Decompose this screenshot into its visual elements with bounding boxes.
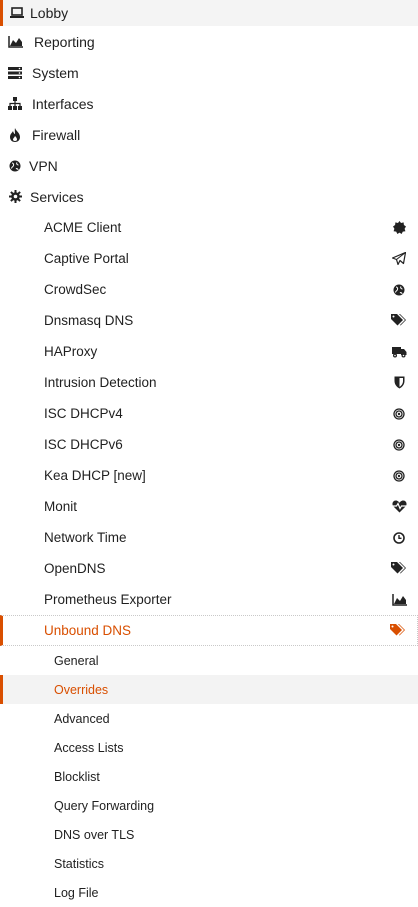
submenu-item-captive-portal[interactable]: Captive Portal <box>0 243 418 274</box>
shield-icon <box>390 376 408 389</box>
menu-item-label: Interfaces <box>32 95 94 112</box>
subsubmenu-item-label: Access Lists <box>54 740 124 755</box>
submenu-item-opendns[interactable]: OpenDNS <box>0 553 418 584</box>
bullseye-icon <box>390 407 408 420</box>
submenu-item-monit[interactable]: Monit <box>0 491 418 522</box>
menu-item-label: VPN <box>29 157 58 174</box>
subsubmenu-item-log-file[interactable]: Log File <box>0 878 418 907</box>
submenu-item-label: Dnsmasq DNS <box>44 313 134 328</box>
menu-item-label: Firewall <box>32 126 81 143</box>
paper-plane-icon <box>390 252 408 265</box>
truck-icon <box>390 346 408 358</box>
submenu-item-label: HAProxy <box>44 344 98 359</box>
menu-item-vpn[interactable]: VPN <box>0 150 418 181</box>
sitemap-icon <box>0 97 30 110</box>
submenu-item-crowdsec[interactable]: CrowdSec <box>0 274 418 305</box>
submenu-item-label: ISC DHCPv6 <box>44 437 123 452</box>
sidebar-nav: Lobby Reporting System Interfaces Firewa… <box>0 0 418 907</box>
menu-item-label: Services <box>30 188 84 205</box>
submenu-item-isc-dhcpv4[interactable]: ISC DHCPv4 <box>0 398 418 429</box>
submenu-item-acme-client[interactable]: ACME Client <box>0 212 418 243</box>
submenu-item-prometheus-exporter[interactable]: Prometheus Exporter <box>0 584 418 615</box>
certificate-icon <box>390 221 408 234</box>
subsubmenu-item-blocklist[interactable]: Blocklist <box>0 762 418 791</box>
subsubmenu-item-label: Blocklist <box>54 769 100 784</box>
menu-item-services[interactable]: Services <box>0 181 418 212</box>
subsubmenu-item-label: Log File <box>54 885 99 900</box>
server-icon <box>0 66 30 79</box>
subsubmenu-item-label: General <box>54 653 99 668</box>
submenu-item-label: ISC DHCPv4 <box>44 406 123 421</box>
submenu-item-label: Intrusion Detection <box>44 375 157 390</box>
menu-item-label: Lobby <box>30 5 69 21</box>
globe-icon <box>0 160 30 172</box>
submenu-item-isc-dhcpv6[interactable]: ISC DHCPv6 <box>0 429 418 460</box>
subsubmenu-item-label: Overrides <box>54 682 109 697</box>
subsubmenu-item-label: Query Forwarding <box>54 798 155 813</box>
area-chart-icon <box>0 35 30 48</box>
tags-icon <box>390 562 408 575</box>
subsubmenu-item-label: DNS over TLS <box>54 827 135 842</box>
menu-item-firewall[interactable]: Firewall <box>0 119 418 150</box>
subsubmenu-item-statistics[interactable]: Statistics <box>0 849 418 878</box>
menu-item-system[interactable]: System <box>0 57 418 88</box>
laptop-icon <box>3 7 30 19</box>
submenu-item-network-time[interactable]: Network Time <box>0 522 418 553</box>
subsubmenu-item-overrides[interactable]: Overrides <box>0 675 418 704</box>
area-chart-icon <box>390 593 408 606</box>
bullseye-icon <box>390 438 408 451</box>
submenu-item-label: Monit <box>44 499 78 514</box>
subsubmenu-item-advanced[interactable]: Advanced <box>0 704 418 733</box>
submenu-item-label: Prometheus Exporter <box>44 592 172 607</box>
subsubmenu-item-query-forwarding[interactable]: Query Forwarding <box>0 791 418 820</box>
subsubmenu-item-access-lists[interactable]: Access Lists <box>0 733 418 762</box>
subsubmenu-item-label: Statistics <box>54 856 105 871</box>
submenu-item-label: Kea DHCP [new] <box>44 468 146 483</box>
gear-icon <box>0 190 30 203</box>
fire-icon <box>0 127 30 142</box>
subsubmenu-item-general[interactable]: General <box>0 646 418 675</box>
menu-item-reporting[interactable]: Reporting <box>0 26 418 57</box>
tags-icon <box>390 314 408 327</box>
submenu-item-label: ACME Client <box>44 220 122 235</box>
bullseye-icon <box>390 469 408 482</box>
submenu-item-label: Unbound DNS <box>44 623 132 638</box>
menu-item-interfaces[interactable]: Interfaces <box>0 88 418 119</box>
subsubmenu-item-dns-over-tls[interactable]: DNS over TLS <box>0 820 418 849</box>
submenu-item-haproxy[interactable]: HAProxy <box>0 336 418 367</box>
submenu-item-label: CrowdSec <box>44 282 107 297</box>
menu-item-lobby[interactable]: Lobby <box>0 0 418 26</box>
globe-icon <box>390 284 408 296</box>
submenu-item-label: Network Time <box>44 530 127 545</box>
submenu-item-intrusion-detection[interactable]: Intrusion Detection <box>0 367 418 398</box>
tags-icon <box>389 624 407 637</box>
submenu-item-dnsmasq-dns[interactable]: Dnsmasq DNS <box>0 305 418 336</box>
subsubmenu-item-label: Advanced <box>54 711 110 726</box>
clock-icon <box>390 531 408 544</box>
submenu-item-label: OpenDNS <box>44 561 106 576</box>
menu-item-label: System <box>32 64 79 81</box>
submenu-item-unbound-dns[interactable]: Unbound DNS <box>0 615 418 646</box>
menu-item-label: Reporting <box>34 33 95 50</box>
submenu-item-kea-dhcp[interactable]: Kea DHCP [new] <box>0 460 418 491</box>
heartbeat-icon <box>390 500 408 513</box>
submenu-item-label: Captive Portal <box>44 251 129 266</box>
